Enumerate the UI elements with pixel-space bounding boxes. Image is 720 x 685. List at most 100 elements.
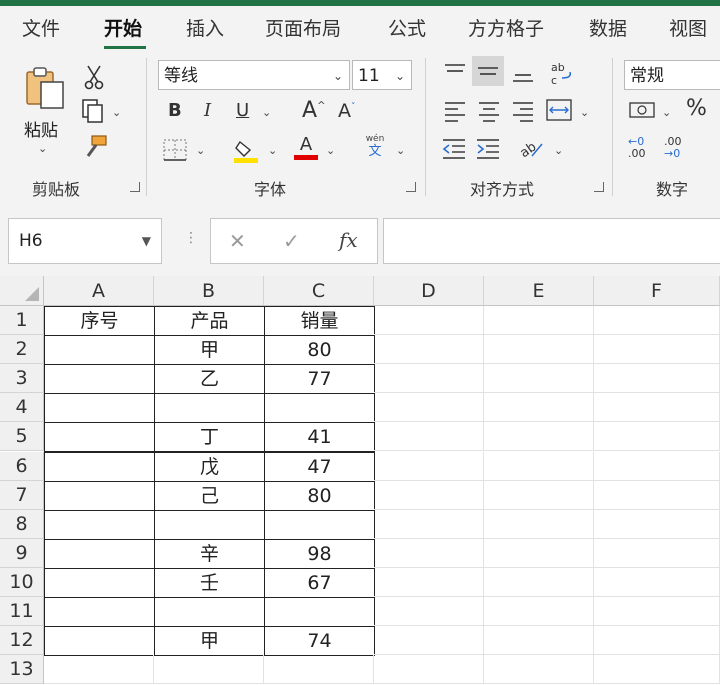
cell-b5[interactable]: 丁 xyxy=(154,422,265,453)
font-color-dropdown-icon[interactable]: ⌄ xyxy=(326,144,335,157)
align-bottom-icon[interactable] xyxy=(512,64,534,84)
cell-b11[interactable] xyxy=(154,597,265,628)
accounting-format-icon[interactable] xyxy=(628,100,656,122)
align-right-icon[interactable] xyxy=(512,100,534,122)
cell-f7[interactable] xyxy=(594,480,720,510)
cell-d7[interactable] xyxy=(374,480,484,510)
merge-center-icon[interactable] xyxy=(546,98,572,122)
name-box[interactable]: H6 ▼ xyxy=(8,218,162,264)
phonetic-dropdown-icon[interactable]: ⌄ xyxy=(396,144,405,157)
number-format-combo[interactable]: 常规 xyxy=(624,60,720,90)
cell-c10[interactable]: 67 xyxy=(264,567,375,598)
cell-c1[interactable]: 销量 xyxy=(264,306,375,337)
row-header-4[interactable]: 4 xyxy=(0,393,44,423)
align-center-icon[interactable] xyxy=(478,100,500,122)
cell-b9[interactable]: 辛 xyxy=(154,538,265,569)
row-header-7[interactable]: 7 xyxy=(0,480,44,510)
cell-f2[interactable] xyxy=(594,335,720,365)
cell-d11[interactable] xyxy=(374,597,484,627)
column-header-a[interactable]: A xyxy=(44,276,154,306)
tab-fangfang[interactable]: 方方格子 xyxy=(468,14,544,41)
cell-b2[interactable]: 甲 xyxy=(154,335,265,366)
cell-a6[interactable] xyxy=(44,451,155,482)
row-header-10[interactable]: 10 xyxy=(0,567,44,597)
cell-d3[interactable] xyxy=(374,364,484,394)
formula-input[interactable] xyxy=(383,218,720,264)
row-header-3[interactable]: 3 xyxy=(0,364,44,394)
align-left-icon[interactable] xyxy=(444,100,466,122)
row-header-5[interactable]: 5 xyxy=(0,422,44,452)
copy-icon[interactable] xyxy=(80,98,106,124)
wrap-text-icon[interactable]: abc xyxy=(550,60,574,86)
cell-f3[interactable] xyxy=(594,364,720,394)
underline-icon[interactable]: U xyxy=(236,102,249,120)
cell-e9[interactable] xyxy=(484,538,594,568)
worksheet-grid[interactable]: A B C D E F 1 序号 产品 销量 2 甲 80 3 乙 77 4 5 丁 41 6 戊 47 7 己 80 8 9 辛 98 1… xyxy=(0,276,720,685)
italic-icon[interactable]: I xyxy=(204,102,211,120)
borders-icon[interactable] xyxy=(162,138,188,162)
paste-button[interactable]: 粘贴 ⌄ xyxy=(20,60,70,160)
tab-data[interactable]: 数据 xyxy=(589,14,627,41)
font-size-combo[interactable]: 11 ⌄ xyxy=(352,60,412,90)
cancel-entry-icon[interactable]: ✕ xyxy=(229,229,246,253)
borders-dropdown-icon[interactable]: ⌄ xyxy=(196,144,205,157)
cell-a1[interactable]: 序号 xyxy=(44,306,155,337)
cell-c7[interactable]: 80 xyxy=(264,480,375,511)
cell-a7[interactable] xyxy=(44,480,155,511)
select-all-button[interactable] xyxy=(0,276,44,306)
column-header-d[interactable]: D xyxy=(374,276,484,306)
cell-f13[interactable] xyxy=(594,655,720,685)
cell-d12[interactable] xyxy=(374,626,484,656)
tab-file[interactable]: 文件 xyxy=(22,14,60,41)
cell-a11[interactable] xyxy=(44,597,155,628)
cell-c3[interactable]: 77 xyxy=(264,364,375,395)
column-header-c[interactable]: C xyxy=(264,276,374,306)
accounting-dropdown-icon[interactable]: ⌄ xyxy=(662,106,671,119)
cut-icon[interactable] xyxy=(82,64,106,90)
cell-b1[interactable]: 产品 xyxy=(154,306,265,337)
bold-icon[interactable]: B xyxy=(168,102,182,120)
confirm-entry-icon[interactable]: ✓ xyxy=(283,229,300,253)
increase-font-size-icon[interactable]: A^ xyxy=(302,100,325,122)
percent-style-icon[interactable]: % xyxy=(686,98,707,120)
tab-formulas[interactable]: 公式 xyxy=(388,14,426,41)
cell-b12[interactable]: 甲 xyxy=(154,626,265,657)
cell-b8[interactable] xyxy=(154,509,265,540)
column-header-e[interactable]: E xyxy=(484,276,594,306)
underline-dropdown-icon[interactable]: ⌄ xyxy=(262,106,271,119)
increase-decimal-icon[interactable]: ←0.00 xyxy=(628,136,646,160)
cell-f10[interactable] xyxy=(594,567,720,597)
cell-a8[interactable] xyxy=(44,509,155,540)
cell-b3[interactable]: 乙 xyxy=(154,364,265,395)
row-header-9[interactable]: 9 xyxy=(0,538,44,568)
cell-a13[interactable] xyxy=(44,655,154,685)
cell-c13[interactable] xyxy=(264,655,374,685)
cell-d13[interactable] xyxy=(374,655,484,685)
cell-e10[interactable] xyxy=(484,567,594,597)
cell-b4[interactable] xyxy=(154,393,265,424)
cell-d2[interactable] xyxy=(374,335,484,365)
decrease-font-size-icon[interactable]: Aˇ xyxy=(338,102,356,121)
cell-b6[interactable]: 戊 xyxy=(154,451,265,482)
cell-e2[interactable] xyxy=(484,335,594,365)
cell-e1[interactable] xyxy=(484,306,594,336)
align-middle-button[interactable] xyxy=(472,56,504,86)
cell-c5[interactable]: 41 xyxy=(264,422,375,453)
cell-a10[interactable] xyxy=(44,567,155,598)
cell-b10[interactable]: 壬 xyxy=(154,567,265,598)
insert-function-icon[interactable]: fx xyxy=(339,228,358,252)
orientation-dropdown-icon[interactable]: ⌄ xyxy=(554,144,563,157)
cell-f12[interactable] xyxy=(594,626,720,656)
alignment-launcher-icon[interactable] xyxy=(594,182,604,192)
increase-indent-icon[interactable] xyxy=(476,138,500,160)
cell-d9[interactable] xyxy=(374,538,484,568)
cell-e4[interactable] xyxy=(484,393,594,423)
cell-f11[interactable] xyxy=(594,597,720,627)
cell-b7[interactable]: 己 xyxy=(154,480,265,511)
cell-e7[interactable] xyxy=(484,480,594,510)
cell-e5[interactable] xyxy=(484,422,594,452)
cell-b13[interactable] xyxy=(154,655,264,685)
cell-a5[interactable] xyxy=(44,422,155,453)
merge-dropdown-icon[interactable]: ⌄ xyxy=(580,106,589,119)
cell-c9[interactable]: 98 xyxy=(264,538,375,569)
